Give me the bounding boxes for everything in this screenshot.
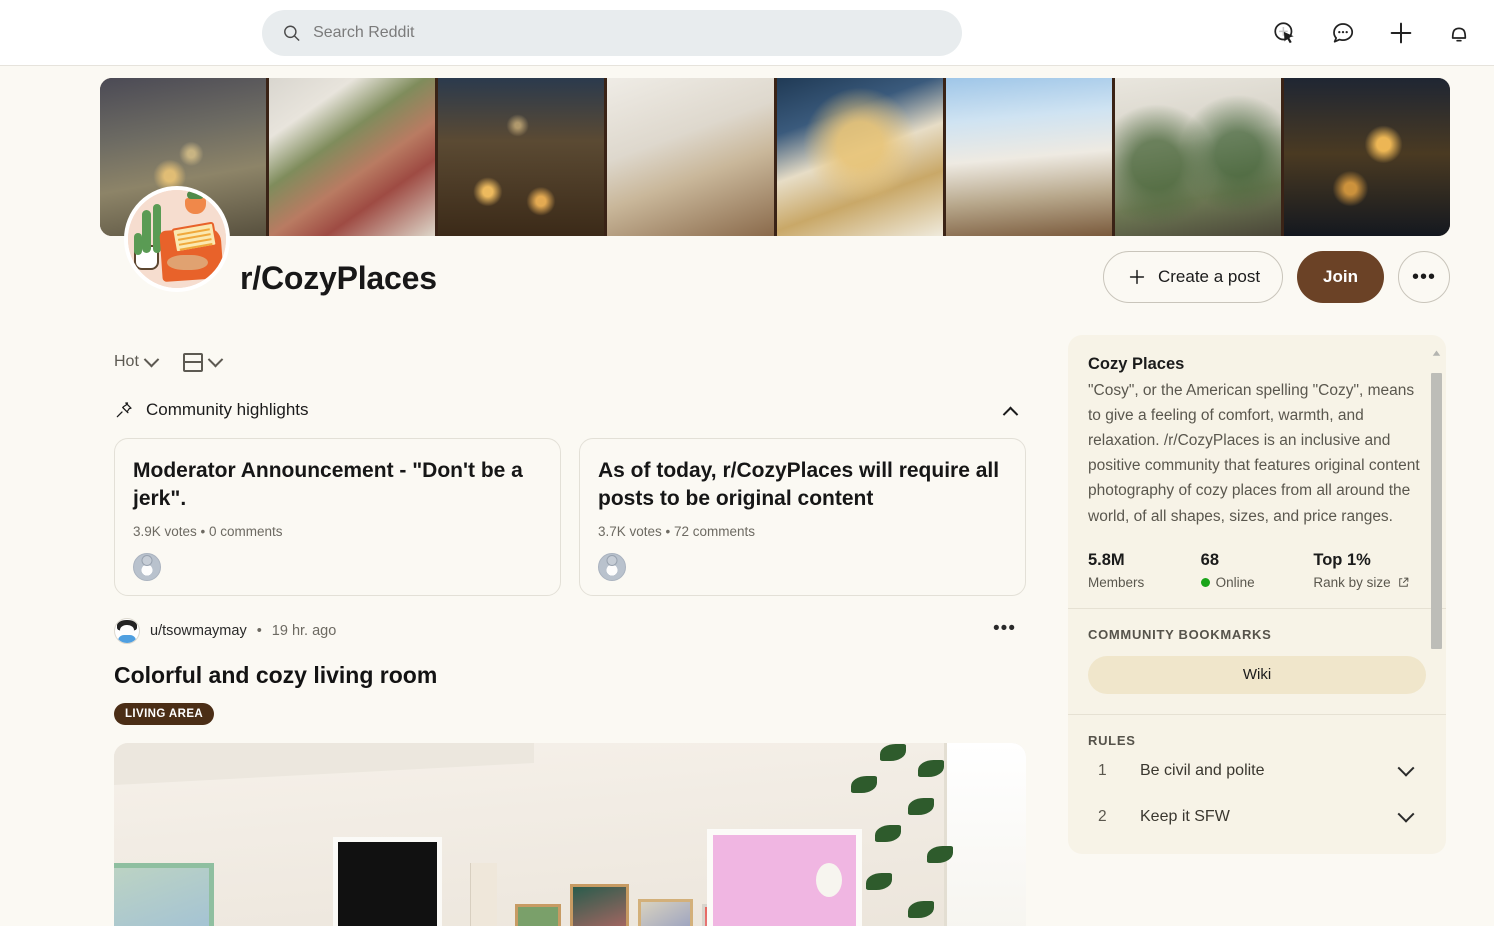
feed-sort-row: Hot <box>100 340 1040 384</box>
about-community-card: Cozy Places "Cosy", or the American spel… <box>1068 335 1446 649</box>
banner-photo-4 <box>607 78 774 236</box>
banner-photo-8 <box>1283 78 1450 236</box>
avatar <box>114 618 140 645</box>
post-author[interactable]: u/tsowmaymay <box>150 623 247 639</box>
banner-photo-2 <box>269 78 436 236</box>
stat-value: 5.8M <box>1088 550 1125 569</box>
banner-photo-6 <box>945 78 1112 236</box>
banner-photo-5 <box>776 78 943 236</box>
pin-icon <box>116 402 132 418</box>
reddit-community-page: r/CozyPlaces Create a post Join ••• Hot <box>0 0 1494 926</box>
bookmarks-section-label: COMMUNITY BOOKMARKS <box>1088 626 1272 642</box>
plus-icon <box>1129 269 1145 285</box>
community-highlights-list: Moderator Announcement - "Don't be a jer… <box>100 428 1040 597</box>
bookmark-wiki-button[interactable]: Wiki <box>1088 655 1426 694</box>
top-bar-icon-group <box>1264 12 1480 54</box>
post-image-living-room[interactable] <box>114 743 1026 926</box>
stat-label: Members <box>1088 574 1145 590</box>
rule-item-1[interactable]: 1 Be civil and polite <box>1088 748 1426 794</box>
view-dropdown[interactable] <box>182 351 224 372</box>
community-rules-section: RULES 1 Be civil and polite 2 Keep it SF… <box>1068 714 1446 854</box>
external-link-icon <box>1398 577 1408 587</box>
post-flair-badge[interactable]: LIVING AREA <box>114 703 215 726</box>
stat-label: Online <box>1215 574 1255 590</box>
sidebar-description: "Cosy", or the American spelling "Cozy",… <box>1088 382 1420 525</box>
community-stats: 5.8M Members 68 Online Top 1% Rank by si… <box>1088 551 1426 590</box>
post-title: Colorful and cozy living room <box>114 662 438 689</box>
scrollbar-thumb[interactable] <box>1431 373 1442 649</box>
chevron-down-icon <box>1397 759 1415 777</box>
post-timestamp: 19 hr. ago <box>271 623 337 640</box>
rule-number: 2 <box>1098 807 1107 825</box>
sidebar-scrollbar[interactable] <box>1431 345 1442 649</box>
highlights-collapse-button[interactable] <box>1002 404 1019 423</box>
feed-column: Hot Community highlights Moderator Annou… <box>100 340 1040 926</box>
community-sidebar: Cozy Places "Cosy", or the American spel… <box>1068 335 1446 854</box>
community-more-options-button[interactable]: ••• <box>1398 251 1450 303</box>
sort-label: Hot <box>114 353 139 370</box>
community-highlights-header: Community highlights <box>100 384 1040 428</box>
join-button[interactable]: Join <box>1297 251 1384 303</box>
rule-item-3[interactable]: 3 All images must be Original <box>1088 840 1426 854</box>
search-input[interactable] <box>313 10 942 56</box>
highlight-title: Moderator Announcement - "Don't be a jer… <box>133 459 523 511</box>
post-separator: • <box>256 623 262 640</box>
list-item[interactable]: Moderator Announcement - "Don't be a jer… <box>114 438 561 597</box>
advertise-cursor-icon[interactable] <box>1264 12 1306 54</box>
avatar <box>133 553 161 582</box>
stat-online: 68 Online <box>1200 550 1314 590</box>
sort-dropdown[interactable]: Hot <box>114 351 160 371</box>
list-item[interactable]: As of today, r/CozyPlaces will require a… <box>579 438 1026 597</box>
plus-create-icon[interactable] <box>1380 12 1422 54</box>
scroll-up-arrow-icon[interactable] <box>1432 345 1441 356</box>
community-bookmarks-section: COMMUNITY BOOKMARKS Wiki <box>1068 608 1446 714</box>
highlight-meta: 3.7K votes • 72 comments <box>598 524 756 540</box>
community-header-actions: Create a post Join ••• <box>1102 251 1450 303</box>
chevron-down-icon <box>207 351 224 367</box>
notification-bell-icon[interactable] <box>1438 12 1480 54</box>
community-avatar <box>124 186 230 292</box>
create-post-label: Create a post <box>1157 267 1261 286</box>
create-post-button[interactable]: Create a post <box>1102 251 1284 303</box>
post-card[interactable]: u/tsowmaymay • 19 hr. ago ••• Colorful a… <box>100 596 1040 926</box>
post-header: u/tsowmaymay • 19 hr. ago <box>114 618 1026 645</box>
stat-rank: Top 1% Rank by size <box>1313 551 1426 590</box>
chat-bubble-icon[interactable] <box>1322 12 1364 54</box>
banner-photo-3 <box>438 78 605 236</box>
rule-number: 1 <box>1098 761 1107 779</box>
chevron-down-icon <box>143 351 160 367</box>
search-icon <box>284 25 300 41</box>
rule-item-2[interactable]: 2 Keep it SFW <box>1088 794 1426 840</box>
highlight-meta: 3.9K votes • 0 comments <box>133 524 283 540</box>
stat-label[interactable]: Rank by size <box>1313 575 1390 590</box>
stat-value: 68 <box>1200 550 1220 569</box>
search-bar[interactable] <box>262 10 962 56</box>
sidebar-title: Cozy Places <box>1088 355 1185 373</box>
chevron-down-icon <box>1397 805 1415 823</box>
banner-photo-7 <box>1114 78 1281 236</box>
scrollbar-track[interactable] <box>1431 359 1442 649</box>
avatar <box>598 553 626 582</box>
community-highlights-title: Community highlights <box>146 400 309 419</box>
highlight-title: As of today, r/CozyPlaces will require a… <box>598 459 1000 511</box>
page-title: r/CozyPlaces <box>240 260 437 296</box>
stat-value: Top 1% <box>1313 550 1371 569</box>
top-navigation-bar <box>0 0 1494 66</box>
rule-text: Be civil and polite <box>1140 761 1265 779</box>
post-more-options-button[interactable]: ••• <box>993 618 1016 640</box>
rules-section-label: RULES <box>1088 732 1136 748</box>
card-view-icon <box>182 352 203 372</box>
rule-text: Keep it SFW <box>1140 807 1230 825</box>
stat-members: 5.8M Members <box>1088 551 1201 590</box>
online-dot-icon <box>1200 577 1210 587</box>
community-banner <box>100 78 1450 236</box>
